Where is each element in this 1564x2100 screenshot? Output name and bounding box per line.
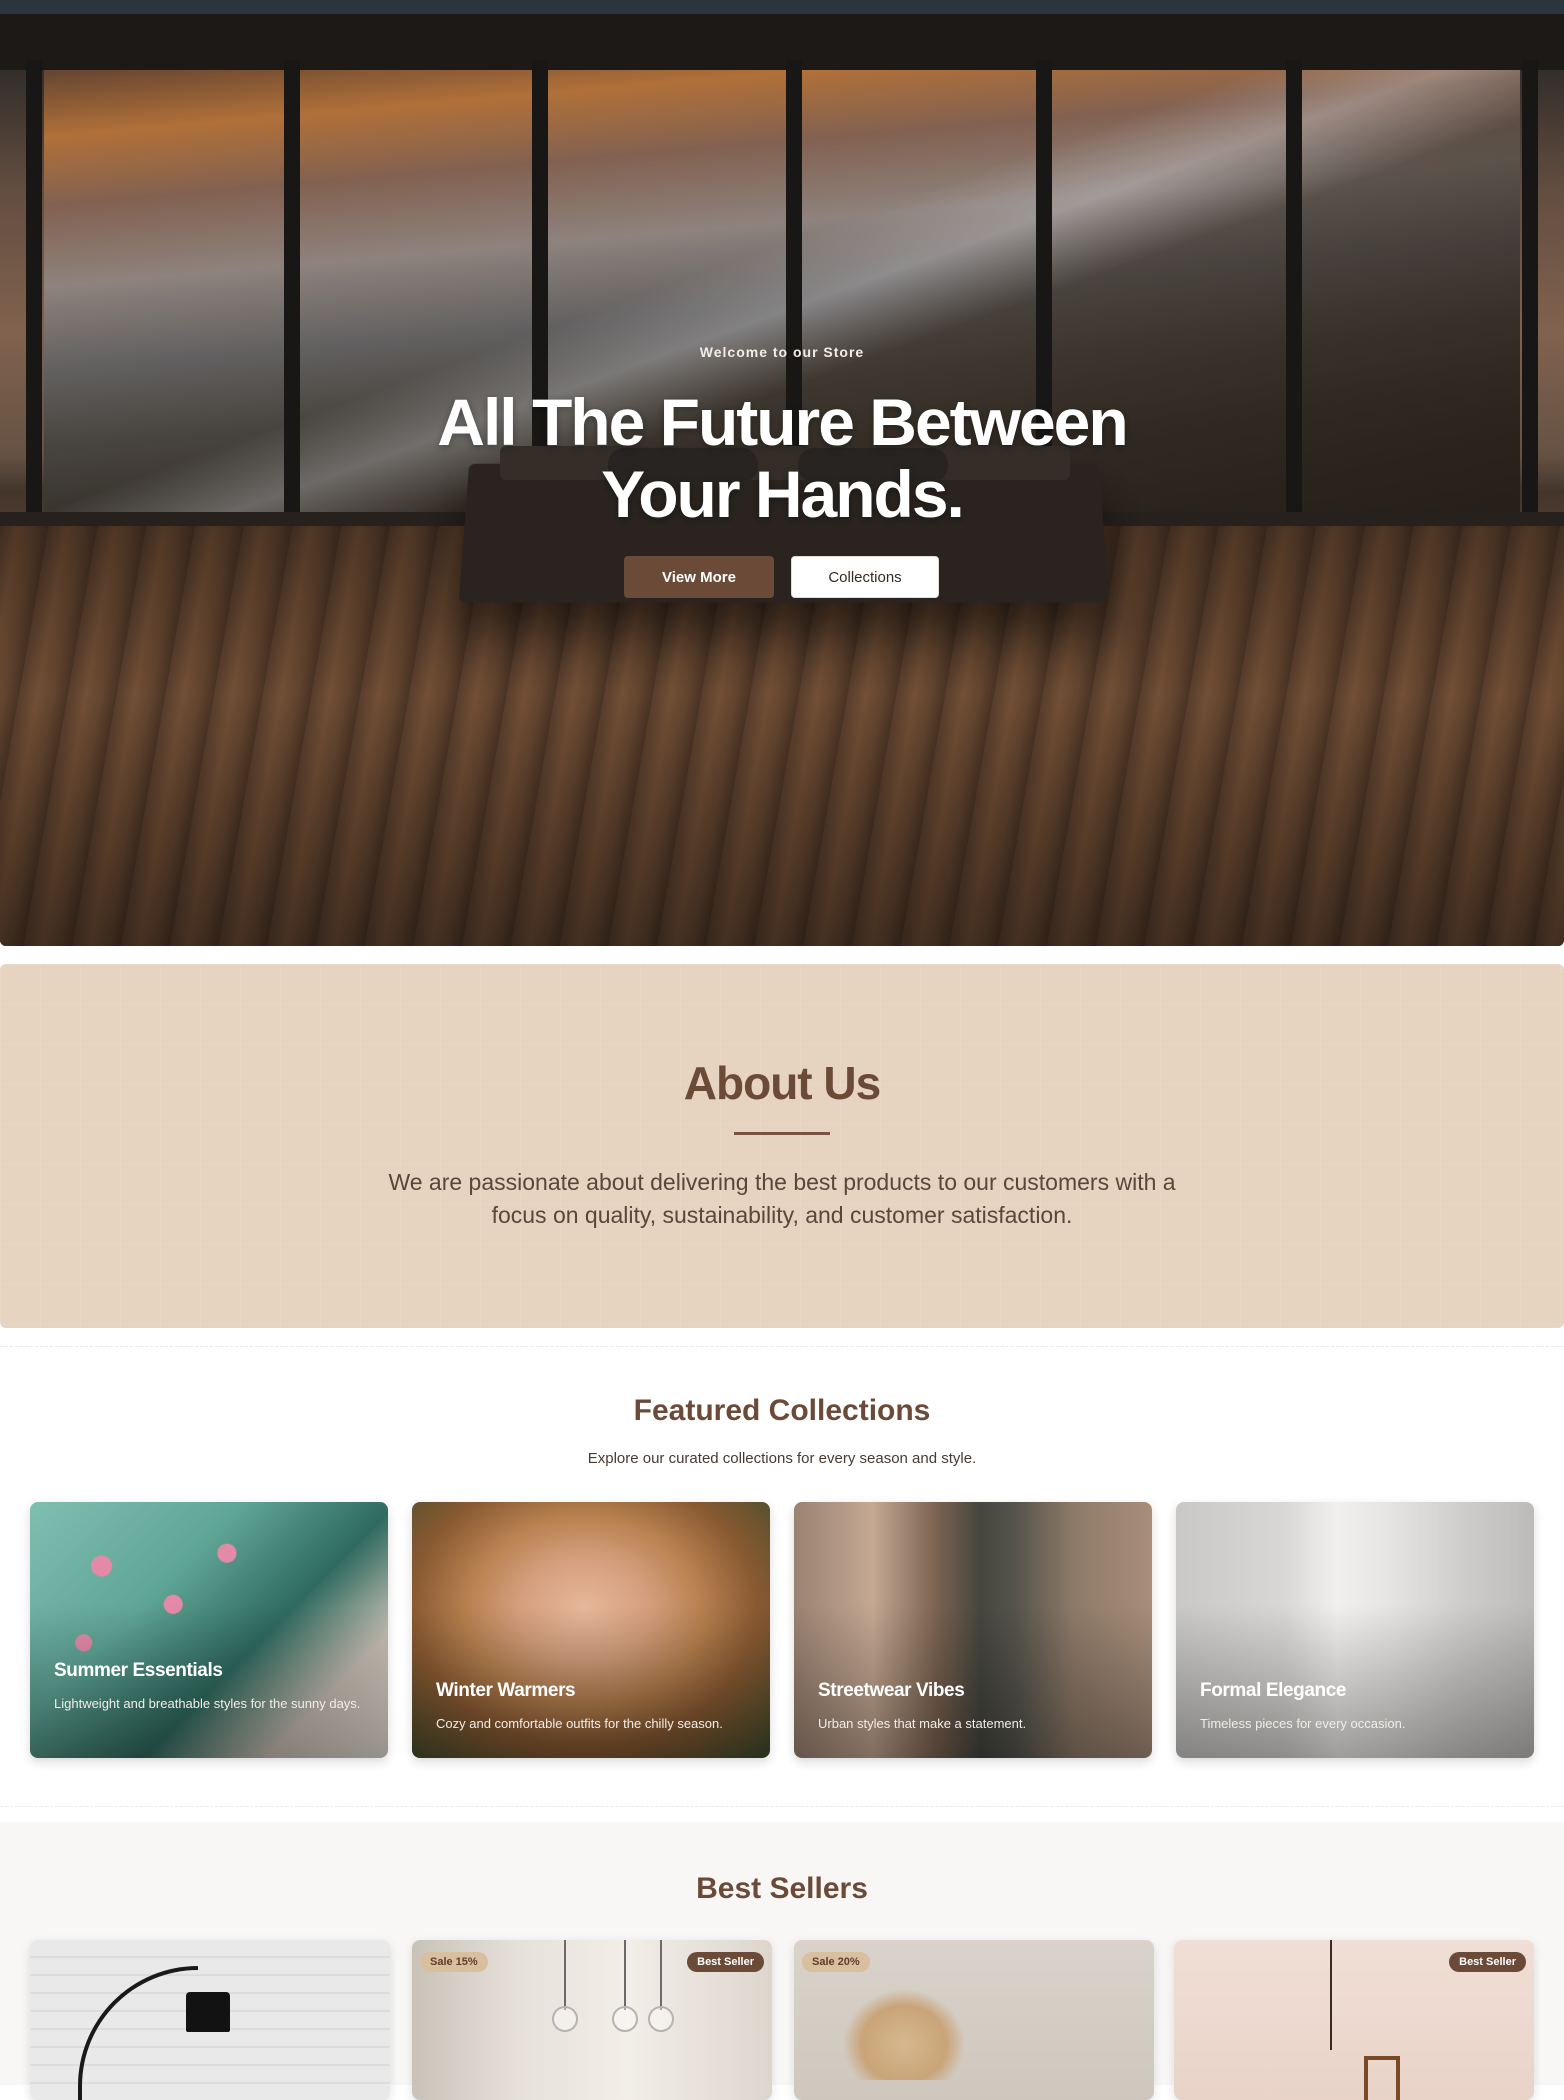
- featured-subtitle: Explore our curated collections for ever…: [587, 1450, 977, 1467]
- collection-card-summer[interactable]: Summer Essentials Lightweight and breath…: [30, 1502, 388, 1758]
- collection-card-winter[interactable]: Winter Warmers Cozy and comfortable outf…: [412, 1502, 770, 1758]
- product-card-wall-shelf[interactable]: Best Seller: [1174, 1940, 1534, 2100]
- collection-title: Winter Warmers: [436, 1680, 576, 1701]
- sale-badge: Sale 20%: [802, 1952, 870, 1972]
- collection-description: Timeless pieces for every occasion.: [1200, 1716, 1406, 1731]
- hero-kicker: Welcome to our Store: [699, 344, 865, 360]
- collection-description: Urban styles that make a statement.: [818, 1716, 1027, 1731]
- pampas-grass-image: [844, 1990, 964, 2080]
- collection-title: Formal Elegance: [1200, 1680, 1347, 1701]
- floor-lamp-image: [78, 1966, 198, 2100]
- collection-card-formal[interactable]: Formal Elegance Timeless pieces for ever…: [1176, 1502, 1534, 1758]
- hero-title-line-1: All The Future Between: [437, 385, 1128, 459]
- section-divider: [0, 1806, 1564, 1807]
- product-card-pampas-decor[interactable]: Sale 20%: [794, 1940, 1154, 2100]
- about-title: About Us: [683, 1057, 881, 1109]
- featured-title: Featured Collections: [633, 1394, 931, 1427]
- view-more-button[interactable]: View More: [624, 556, 774, 598]
- collection-title: Summer Essentials: [54, 1660, 223, 1681]
- shelf-image: [1364, 2056, 1400, 2100]
- collection-title: Streetwear Vibes: [818, 1680, 965, 1701]
- about-text: We are passionate about delivering the b…: [388, 1169, 1176, 1228]
- collection-description: Cozy and comfortable outfits for the chi…: [436, 1716, 723, 1731]
- hero-title-line-2: Your Hands.: [601, 457, 965, 531]
- best-seller-badge: Best Seller: [1449, 1952, 1526, 1972]
- collection-card-streetwear[interactable]: Streetwear Vibes Urban styles that make …: [794, 1502, 1152, 1758]
- about-section: [0, 964, 1564, 1328]
- pendant-light-image: [552, 2006, 578, 2032]
- product-card-pendant-lights[interactable]: Sale 15% Best Seller: [412, 1940, 772, 2100]
- section-divider: [0, 1346, 1564, 1347]
- product-card-floor-lamp[interactable]: [30, 1940, 390, 2100]
- best-sellers-title: Best Sellers: [696, 1872, 868, 1905]
- about-divider: [734, 1132, 830, 1135]
- sale-badge: Sale 15%: [420, 1952, 488, 1972]
- hanging-plant-image: [1330, 1940, 1332, 2050]
- collections-button[interactable]: Collections: [791, 556, 939, 598]
- collection-description: Lightweight and breathable styles for th…: [54, 1696, 361, 1711]
- hero-title: All The Future Between Your Hands.: [0, 386, 1564, 530]
- best-seller-badge: Best Seller: [687, 1952, 764, 1972]
